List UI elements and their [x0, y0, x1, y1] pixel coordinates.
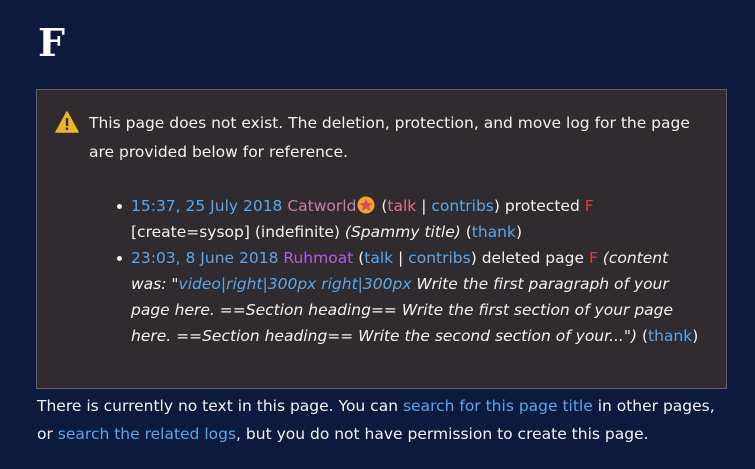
search-related-logs-link[interactable]: search the related logs	[58, 425, 236, 443]
page-redlink[interactable]: F	[589, 249, 598, 267]
search-page-title-link[interactable]: search for this page title	[403, 397, 593, 415]
protection-expiry: (indefinite)	[254, 223, 340, 241]
star-badge-icon	[357, 196, 375, 214]
notice-text: This page does not exist. The deletion, …	[89, 114, 690, 161]
thank-link[interactable]: thank	[648, 327, 692, 345]
log-action: deleted page	[481, 249, 584, 267]
user-link[interactable]: Ruhmoat	[283, 249, 353, 267]
user-contribs-link[interactable]: contribs	[431, 197, 494, 215]
footer-text-3: , but you do not have permission to crea…	[236, 425, 649, 443]
page-redlink[interactable]: F	[585, 197, 594, 215]
log-reason: (Spammy title)	[344, 223, 461, 241]
user-talk-link[interactable]: talk	[364, 249, 393, 267]
log-action: protected	[504, 197, 580, 215]
footer-text-1: There is currently no text in this page.…	[37, 397, 403, 415]
log-entry: 15:37, 25 July 2018 Catworld (talk | con…	[117, 193, 704, 245]
log-timestamp-link[interactable]: 15:37, 25 July 2018	[131, 197, 282, 215]
deletion-log-notice: This page does not exist. The deletion, …	[36, 89, 727, 389]
no-text-message: There is currently no text in this page.…	[37, 392, 727, 448]
warning-icon	[55, 111, 79, 133]
user-link[interactable]: Catworld	[287, 197, 356, 215]
page-title: F	[38, 20, 66, 65]
user-talk-link[interactable]: talk	[387, 197, 416, 215]
thank-link[interactable]: thank	[472, 223, 516, 241]
user-contribs-link[interactable]: contribs	[408, 249, 471, 267]
log-list: 15:37, 25 July 2018 Catworld (talk | con…	[117, 193, 704, 349]
protection-settings: [create=sysop]	[131, 223, 250, 241]
log-timestamp-link[interactable]: 23:03, 8 June 2018	[131, 249, 278, 267]
log-entry: 23:03, 8 June 2018 Ruhmoat (talk | contr…	[117, 245, 704, 349]
reason-link[interactable]: video|right|300px right|300px	[179, 275, 412, 293]
